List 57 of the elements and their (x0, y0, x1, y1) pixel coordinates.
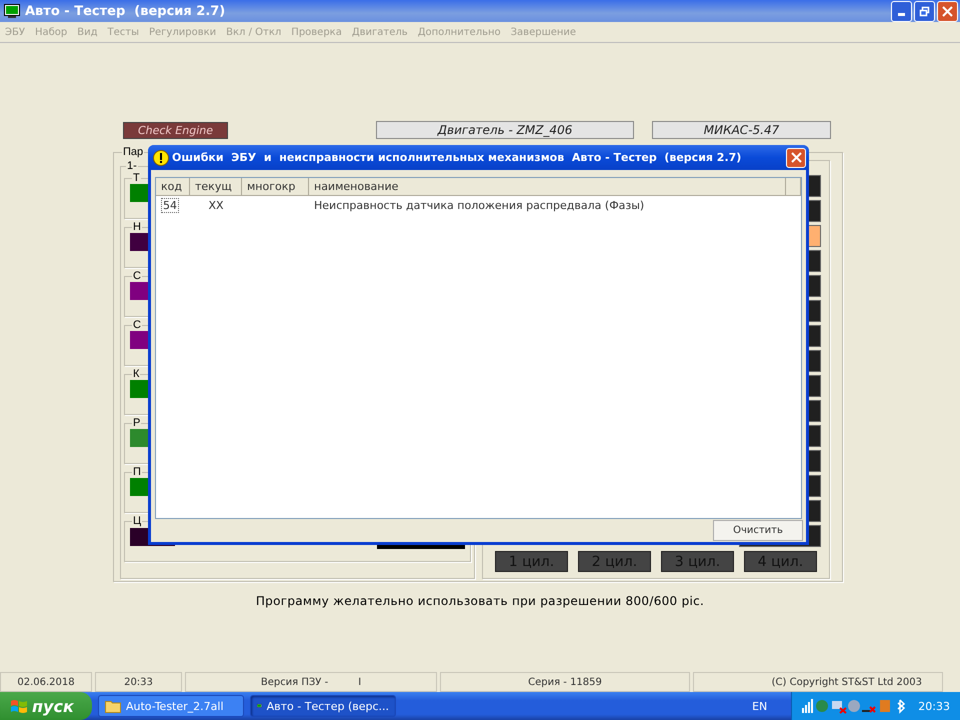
parameter-label: Ц (132, 515, 142, 527)
menu-item[interactable]: Регулировки (148, 26, 216, 38)
clear-button[interactable]: Очистить (713, 520, 803, 541)
parameter-label: К (132, 368, 140, 380)
clock: 20:33 (918, 700, 950, 712)
menu-item[interactable]: ЭБУ (5, 26, 25, 38)
close-button[interactable] (786, 148, 806, 168)
language-indicator[interactable]: EN (752, 700, 768, 712)
column-header[interactable]: наименование (309, 178, 786, 196)
parameter-label: Т (132, 172, 141, 184)
status-text: I (358, 676, 362, 688)
menu-item[interactable]: Дополнительно (418, 26, 501, 38)
folder-icon (105, 699, 121, 713)
status-text: Версия ПЗУ - (260, 676, 328, 688)
group-title: Пар (122, 146, 144, 158)
minimize-button[interactable] (891, 0, 912, 22)
menu-item[interactable]: Проверка (291, 26, 342, 38)
windows-flag-icon (10, 698, 28, 714)
parameter-label: Н (132, 221, 142, 233)
minimize-icon (898, 12, 905, 16)
table-cell-text: XX (207, 198, 225, 212)
close-icon (942, 6, 953, 16)
group-title: 1- (126, 160, 138, 172)
menu-item[interactable]: Тесты (108, 26, 139, 38)
parameter-label: С (132, 270, 142, 282)
taskbar-button[interactable]: Авто - Тестер (верс... (250, 695, 396, 717)
controller-label: МИКАС-5.47 (652, 121, 831, 139)
restore-button[interactable] (914, 0, 935, 22)
table-cell-text: Неисправность датчика положения распредвала (Фазы) (313, 198, 646, 212)
menu-item[interactable]: Набор (34, 26, 68, 38)
column-header[interactable]: код (156, 178, 190, 196)
check-engine-indicator: Check Engine (123, 122, 228, 138)
parameter-label: П (132, 466, 142, 478)
start-button[interactable]: пуск (0, 692, 92, 720)
taskbar-button[interactable]: Auto-Tester_2.7all (98, 695, 244, 717)
window-title: Авто - Тестер (версия 2.7) (25, 4, 226, 18)
resolution-note: Программу желательно использовать при разрешении 800/600 pic. (254, 594, 706, 608)
status-text: 02.06.2018 (17, 676, 75, 688)
parameter-label: Р (132, 417, 142, 429)
close-icon (790, 152, 802, 163)
status-text: Серия - 11859 (528, 676, 602, 688)
table-cell: 54 (161, 198, 179, 212)
monitor-icon (4, 4, 20, 18)
menu-item[interactable]: Вкл / Откл (226, 26, 282, 38)
parameter-label: С (132, 319, 142, 331)
column-header[interactable]: многокр (242, 178, 309, 196)
engine-label: Двигатель - ZMZ_406 (376, 121, 634, 139)
menu-item[interactable]: Вид (77, 26, 98, 38)
dialog-title: Ошибки ЭБУ и неисправности исполнительных механизмов Авто - Тестер (версия 2.7) (172, 151, 742, 164)
warning-icon (153, 150, 169, 166)
status-text: 20:33 (124, 676, 153, 688)
restore-icon (919, 6, 930, 16)
menu-item[interactable]: Завершение (510, 26, 576, 38)
close-button[interactable] (937, 0, 958, 22)
menu-item[interactable]: Двигатель (352, 26, 408, 38)
status-text: (C) Copyright ST&ST Ltd 2003 (772, 676, 922, 688)
column-header[interactable]: текущ (190, 178, 242, 196)
